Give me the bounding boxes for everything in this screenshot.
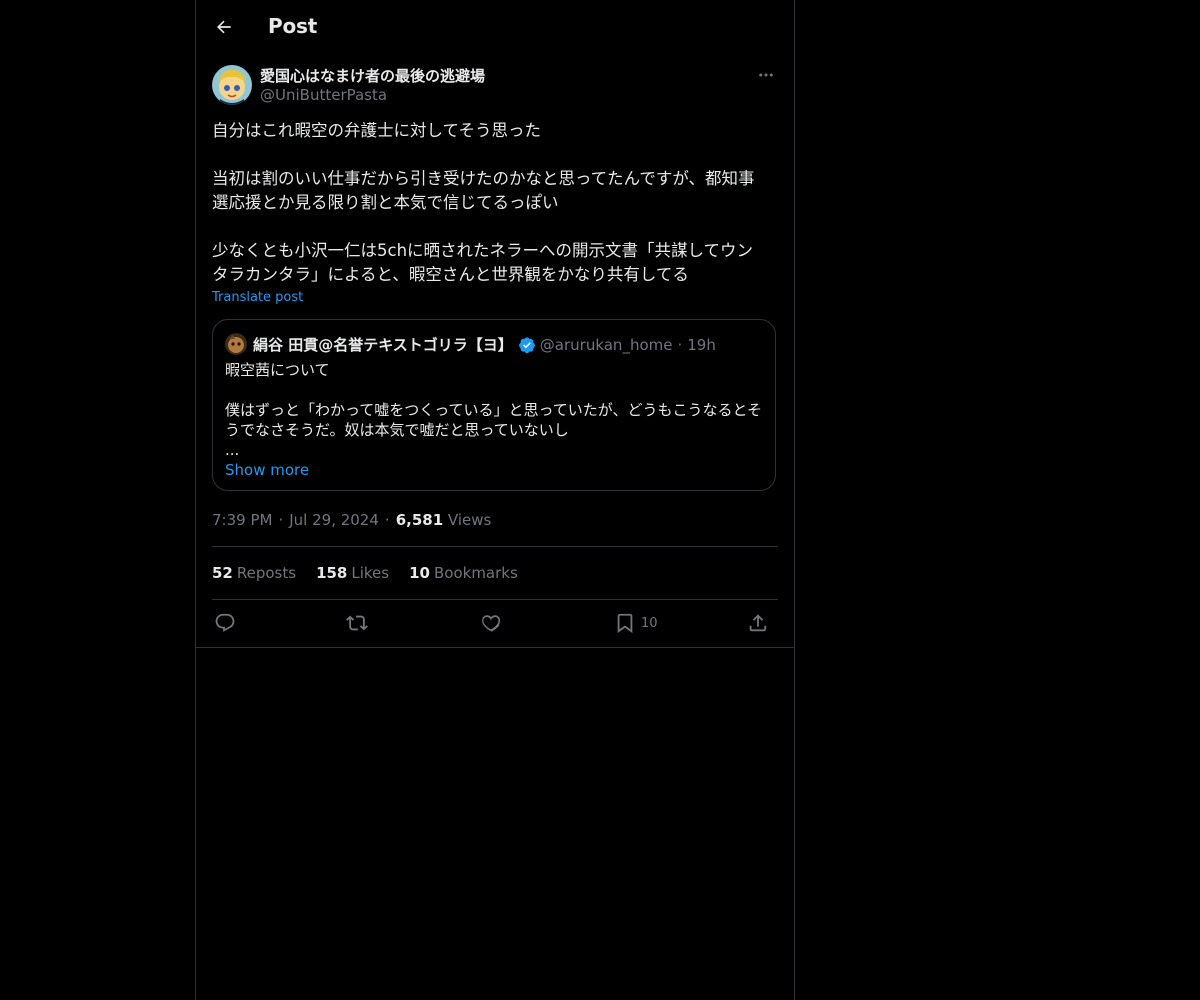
action-bar: 10 (212, 608, 778, 638)
divider (196, 647, 794, 648)
views-label: Views (447, 511, 492, 529)
author-handle[interactable]: @UniButterPasta (260, 86, 387, 104)
verified-badge-icon (518, 336, 536, 354)
arrow-left-icon (217, 20, 231, 34)
header: Post (196, 0, 794, 54)
divider (212, 599, 778, 600)
show-more-link[interactable]: Show more (225, 461, 309, 479)
views-count: 6,581 (395, 511, 444, 529)
reply-button[interactable] (214, 611, 236, 635)
bookmarks-label: Bookmarks (433, 564, 518, 582)
post-column: Post 愛国心はなまけ者の最後の逃避場 @UniButterPasta 自分は… (195, 0, 795, 1000)
quote-time: 19h (687, 335, 716, 354)
post-text: 自分はこれ暇空の弁護士に対してそう思った 当初は割のいい仕事だから引き受けたのか… (212, 119, 778, 287)
separator-dot: · (278, 511, 284, 529)
bookmark-icon (617, 613, 633, 633)
share-button[interactable] (747, 611, 769, 635)
quote-text: 暇空茜について 僕はずっと「わかって嘘をつくっている」と思っていたが、どうもこう… (225, 360, 765, 460)
quote-avatar[interactable] (225, 333, 247, 355)
repost-button[interactable] (346, 611, 368, 635)
post-paragraph: 当初は割のいい仕事だから引き受けたのかなと思ってたんですが、都知事 選応援とか見… (212, 169, 755, 212)
separator-dot: · (384, 511, 390, 529)
reposts-count: 52 (212, 564, 233, 582)
bookmark-count: 10 (641, 615, 658, 631)
reposts-label: Reposts (236, 564, 297, 582)
post-paragraph: 自分はこれ暇空の弁護士に対してそう思った (212, 121, 542, 140)
separator-dot: · (677, 335, 683, 354)
reposts-stat[interactable]: 52 Reposts (212, 564, 296, 582)
page-title: Post (268, 14, 318, 38)
quote-author-handle: @arurukan_home (539, 335, 673, 354)
bookmark-button[interactable]: 10 (614, 611, 658, 635)
reply-icon (215, 613, 235, 632)
quote-header: 絹谷 田貫@名誉テキストゴリラ【ヨ】 @arurukan_home · 19h (253, 334, 716, 355)
likes-stat[interactable]: 158 Likes (316, 564, 389, 582)
more-horizontal-icon (759, 73, 773, 77)
likes-count: 158 (316, 564, 348, 582)
bookmarks-count: 10 (409, 564, 430, 582)
translate-post-link[interactable]: Translate post (212, 290, 303, 305)
author-row: 愛国心はなまけ者の最後の逃避場 @UniButterPasta (212, 64, 778, 108)
post-stats: 52 Reposts 158 Likes 10 Bookmarks (212, 564, 518, 582)
more-button[interactable] (754, 64, 778, 86)
post-time[interactable]: 7:39 PM (212, 511, 272, 529)
avatar-image (212, 65, 252, 105)
quote-avatar-image (225, 333, 247, 355)
bookmarks-stat[interactable]: 10 Bookmarks (409, 564, 518, 582)
heart-icon (482, 615, 501, 632)
post-meta: 7:39 PM · Jul 29, 2024 · 6,581 Views (212, 511, 491, 529)
post-paragraph: 少なくとも小沢一仁は5chに晒されたネラーへの開示文書「共謀してウン タラカンタ… (212, 241, 754, 284)
author-name[interactable]: 愛国心はなまけ者の最後の逃避場 (260, 65, 485, 86)
repost-icon (346, 615, 368, 631)
quote-author-name: 絹谷 田貫@名誉テキストゴリラ【ヨ】 (253, 336, 513, 354)
quoted-post[interactable]: 絹谷 田貫@名誉テキストゴリラ【ヨ】 @arurukan_home · 19h … (212, 319, 776, 491)
divider (212, 546, 778, 547)
back-button[interactable] (206, 9, 242, 45)
quote-paragraph: 暇空茜について (225, 361, 330, 379)
post-date[interactable]: Jul 29, 2024 (289, 511, 379, 529)
likes-label: Likes (351, 564, 390, 582)
like-button[interactable] (480, 611, 502, 635)
share-icon (749, 614, 767, 632)
quote-paragraph: 僕はずっと「わかって嘘をつくっている」と思っていたが、どうもこうなるとそ うでな… (225, 401, 763, 459)
avatar[interactable] (212, 65, 252, 105)
